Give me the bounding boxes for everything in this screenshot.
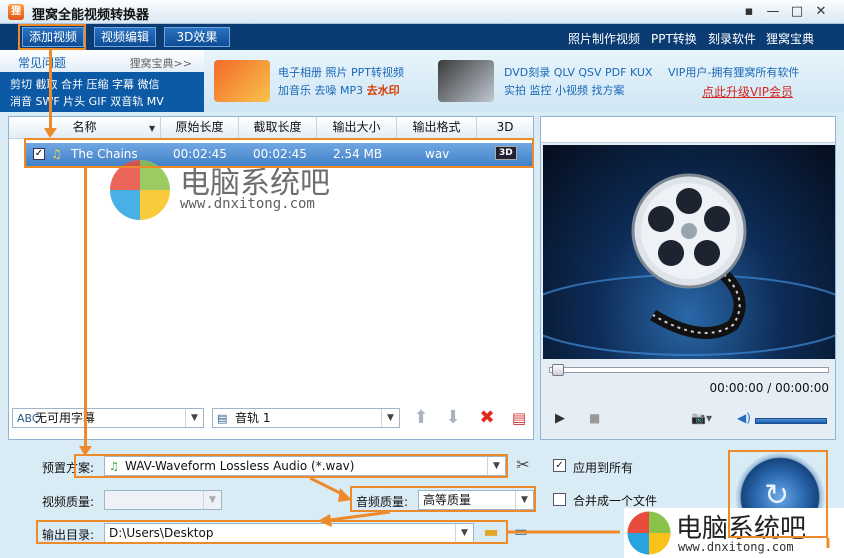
folder-icon[interactable]: ▬ bbox=[480, 521, 502, 543]
vip-info: VIP用户-拥有狸窝所有软件 bbox=[668, 66, 800, 79]
watermark-url: www.dnxitong.com bbox=[180, 196, 315, 212]
promo-album-line2[interactable]: 加音乐 去噪 MP3 去水印 bbox=[278, 82, 400, 98]
vip-upgrade-link[interactable]: 点此升级VIP会员 bbox=[702, 83, 793, 100]
delete-icon[interactable]: ✖ bbox=[476, 407, 498, 429]
faq-links-line1[interactable]: 剪切 截取 合并 压缩 字幕 微信 bbox=[10, 76, 159, 92]
faq-title[interactable]: 常见问题 bbox=[18, 54, 66, 71]
seek-bar[interactable] bbox=[549, 364, 829, 376]
watermark-corner-url: www.dnxitong.com bbox=[678, 540, 794, 554]
watermark: 电脑系统吧 www.dnxitong.com bbox=[108, 158, 370, 220]
video-quality-select[interactable]: ▼ bbox=[104, 490, 222, 510]
3d-effect-button[interactable]: 3D效果 bbox=[164, 27, 230, 47]
chevron-down-icon: ▼ bbox=[515, 491, 533, 509]
preview-top-strip bbox=[541, 117, 835, 143]
add-video-button[interactable]: 添加视频 bbox=[22, 27, 84, 47]
chevron-down-icon: ▼ bbox=[455, 524, 473, 542]
film-reel-icon bbox=[543, 173, 835, 356]
row-output-format: wav bbox=[425, 147, 450, 161]
chevron-down-icon: ▼ bbox=[381, 409, 399, 427]
promo-remove-watermark[interactable]: 去水印 bbox=[367, 84, 400, 97]
faq-more-link[interactable]: 狸窝宝典>> bbox=[130, 55, 192, 71]
snapshot-icon[interactable]: 📷▾ bbox=[691, 411, 712, 425]
music-note-icon: ♫ bbox=[109, 460, 119, 473]
liwo-guide-link[interactable]: 狸窝宝典 bbox=[766, 30, 814, 47]
preview-panel: 00:00:00 / 00:00:00 ▶ ■ 📷▾ ◀) bbox=[540, 116, 836, 440]
minimize-button[interactable]: — bbox=[764, 4, 782, 20]
chevron-down-icon: ▼ bbox=[487, 457, 505, 475]
col-name[interactable]: 名称 bbox=[9, 117, 161, 139]
col-output-size[interactable]: 输出大小 bbox=[317, 117, 397, 139]
ppt-convert-link[interactable]: PPT转换 bbox=[651, 30, 697, 47]
faq-header: 常见问题 狸窝宝典>> bbox=[0, 50, 204, 72]
preset-label: 预置方案: bbox=[42, 461, 95, 475]
move-down-icon[interactable]: ⬇ bbox=[442, 407, 464, 429]
open-folder-icon[interactable]: ▭ bbox=[510, 521, 532, 543]
time-readout: 00:00:00 / 00:00:00 bbox=[709, 381, 829, 395]
seek-handle[interactable] bbox=[552, 364, 564, 376]
audio-track-select[interactable]: ▤ 音轨 1 ▼ bbox=[212, 408, 400, 428]
ppt-album-icon[interactable] bbox=[214, 60, 270, 102]
preset-value: WAV-Waveform Lossless Audio (*.wav) bbox=[125, 459, 355, 473]
maximize-button[interactable]: □ bbox=[788, 4, 806, 20]
audio-quality-select[interactable]: 高等质量 ▼ bbox=[418, 490, 534, 510]
apply-all-label: 应用到所有 bbox=[573, 461, 634, 475]
col-3d[interactable]: 3D bbox=[477, 117, 533, 139]
close-button[interactable]: ✕ bbox=[812, 4, 830, 20]
merge-label: 合并成一个文件 bbox=[573, 494, 658, 508]
app-logo-icon: 狸 bbox=[8, 4, 24, 20]
audio-track-value: 音轨 1 bbox=[235, 411, 271, 425]
title-bar: 狸 狸窝全能视频转换器 ▪ — □ ✕ bbox=[0, 0, 844, 24]
windows-logo-icon bbox=[110, 160, 170, 220]
col-output-format[interactable]: 输出格式 bbox=[397, 117, 477, 139]
col-original-length[interactable]: 原始长度 bbox=[161, 117, 239, 139]
volume-icon[interactable]: ◀) bbox=[737, 411, 751, 425]
promo-dvd-line1[interactable]: DVD刻录 QLV QSV PDF KUX bbox=[504, 64, 652, 80]
burn-software-link[interactable]: 刻录软件 bbox=[708, 30, 756, 47]
faq-panel: 常见问题 狸窝宝典>> 剪切 截取 合并 压缩 字幕 微信 消音 SWF 片头 … bbox=[0, 50, 204, 112]
volume-slider[interactable] bbox=[755, 418, 827, 424]
video-quality-label: 视频质量: bbox=[42, 495, 95, 509]
edit-video-button[interactable]: 视频编辑 bbox=[94, 27, 156, 47]
output-dir-input[interactable]: D:\Users\Desktop ▼ bbox=[104, 523, 474, 543]
tools-icon[interactable]: ✂ bbox=[512, 454, 534, 476]
move-up-icon[interactable]: ⬆ bbox=[410, 407, 432, 429]
photo-video-link[interactable]: 照片制作视频 bbox=[568, 30, 640, 47]
subtitle-icon: ABC bbox=[17, 412, 40, 425]
music-note-icon: ♫ bbox=[51, 147, 62, 161]
arrow-line bbox=[49, 50, 52, 132]
promo-banner: 常见问题 狸窝宝典>> 剪切 截取 合并 压缩 字幕 微信 消音 SWF 片头 … bbox=[0, 50, 844, 112]
3d-badge-icon[interactable]: 3D bbox=[495, 146, 517, 160]
faq-links-line2[interactable]: 消音 SWF 片头 GIF 双音轨 MV bbox=[10, 93, 164, 109]
promo-album-line1[interactable]: 电子相册 照片 PPT转视频 bbox=[278, 64, 404, 80]
promo-album-line2a[interactable]: 加音乐 去噪 MP3 bbox=[278, 84, 367, 97]
sort-arrow-icon: ▼ bbox=[149, 124, 156, 133]
audio-quality-value: 高等质量 bbox=[423, 493, 472, 507]
preset-select[interactable]: ♫ WAV-Waveform Lossless Audio (*.wav) ▼ bbox=[104, 456, 506, 476]
watermark-corner: 电脑系统吧 www.dnxitong.com bbox=[624, 508, 844, 558]
promo-dvd-line2[interactable]: 实拍 监控 小视频 找方案 bbox=[504, 82, 625, 98]
subtitle-select[interactable]: ABC 无可用字幕 ▼ bbox=[12, 408, 204, 428]
output-dir-value: D:\Users\Desktop bbox=[109, 526, 214, 540]
apply-all-checkbox[interactable]: ✓ bbox=[553, 459, 566, 472]
dvd-phone-icon[interactable] bbox=[438, 60, 494, 102]
chevron-down-icon: ▼ bbox=[185, 409, 203, 427]
clear-list-icon[interactable]: ▤ bbox=[508, 407, 530, 429]
windows-logo-icon bbox=[627, 511, 671, 555]
play-icon[interactable]: ▶ bbox=[555, 411, 565, 426]
chevron-down-icon: ▼ bbox=[203, 491, 221, 509]
col-clip-length[interactable]: 截取长度 bbox=[239, 117, 317, 139]
window-title: 狸窝全能视频转换器 bbox=[32, 8, 150, 23]
video-preview[interactable] bbox=[543, 145, 835, 359]
audio-quality-label: 音频质量: bbox=[356, 495, 409, 509]
merge-checkbox[interactable] bbox=[553, 493, 566, 506]
output-dir-label: 输出目录: bbox=[42, 528, 95, 542]
stop-icon[interactable]: ■ bbox=[589, 411, 600, 425]
skin-icon[interactable]: ▪ bbox=[740, 4, 758, 20]
arrow-line bbox=[84, 168, 87, 450]
row-checkbox[interactable]: ✓ bbox=[33, 148, 45, 160]
audio-track-icon: ▤ bbox=[217, 412, 228, 425]
main-toolbar: 添加视频 视频编辑 3D效果 照片制作视频 PPT转换 刻录软件 狸窝宝典 bbox=[0, 24, 844, 50]
